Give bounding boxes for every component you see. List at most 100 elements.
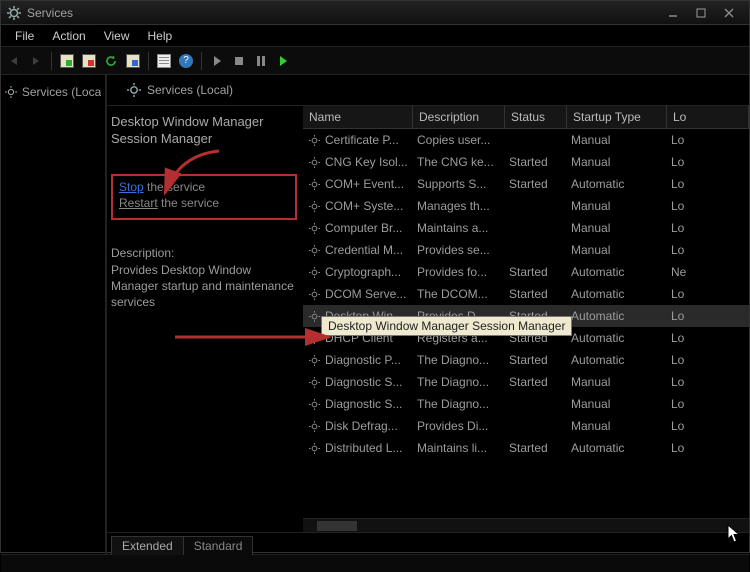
tab-extended[interactable]: Extended <box>111 536 184 555</box>
menu-help[interactable]: Help <box>140 27 181 45</box>
cell-startup: Automatic <box>571 331 671 345</box>
stop-service-rest: the service <box>144 180 205 194</box>
gear-icon <box>307 243 321 257</box>
cell-logon: Lo <box>671 221 749 235</box>
cell-logon: Ne <box>671 265 749 279</box>
service-row[interactable]: Credential M...Provides se...ManualLo <box>303 239 749 261</box>
cell-startup: Automatic <box>571 265 671 279</box>
service-row[interactable]: Diagnostic S...The Diagno...ManualLo <box>303 393 749 415</box>
restart-service-button[interactable] <box>274 52 292 70</box>
restart-service-link[interactable]: Restart <box>119 196 158 210</box>
cell-logon: Lo <box>671 199 749 213</box>
cell-logon: Lo <box>671 397 749 411</box>
close-button[interactable] <box>715 4 743 22</box>
start-service-button[interactable] <box>208 52 226 70</box>
gear-icon <box>127 83 141 97</box>
gear-icon <box>307 177 321 191</box>
titlebar: Services <box>1 1 749 25</box>
service-row[interactable]: Disk Defrag...Provides Di...ManualLo <box>303 415 749 437</box>
view-tabs: Extended Standard <box>107 532 749 554</box>
tree-root-label: Services (Local) <box>22 85 101 99</box>
cell-startup: Manual <box>571 133 671 147</box>
service-row[interactable]: Computer Br...Maintains a...ManualLo <box>303 217 749 239</box>
horizontal-scrollbar[interactable] <box>303 518 749 532</box>
tree-root-item[interactable]: Services (Local) <box>1 83 105 101</box>
cell-name: Computer Br... <box>325 221 402 235</box>
cell-description: Copies user... <box>417 133 509 147</box>
cell-status: Started <box>509 265 571 279</box>
gear-icon <box>5 85 18 99</box>
toolbar-icon-1[interactable] <box>58 52 76 70</box>
cell-logon: Lo <box>671 375 749 389</box>
service-row[interactable]: Diagnostic P...The Diagno...StartedAutom… <box>303 349 749 371</box>
cell-logon: Lo <box>671 243 749 257</box>
statusbar <box>1 554 749 572</box>
forward-button[interactable] <box>27 52 45 70</box>
service-row[interactable]: Diagnostic S...The Diagno...StartedManua… <box>303 371 749 393</box>
toolbar-icon-2[interactable] <box>80 52 98 70</box>
toolbar-separator <box>51 52 52 70</box>
tree-pane: Services (Local) <box>1 75 106 554</box>
stop-service-button[interactable] <box>230 52 248 70</box>
gear-icon <box>307 287 321 301</box>
export-list-button[interactable] <box>124 52 142 70</box>
cell-logon: Lo <box>671 353 749 367</box>
cell-startup: Manual <box>571 155 671 169</box>
cell-status: Started <box>509 155 571 169</box>
col-header-status[interactable]: Status <box>505 106 567 128</box>
cell-startup: Automatic <box>571 353 671 367</box>
menu-view[interactable]: View <box>96 27 138 45</box>
service-row[interactable]: DCOM Serve...The DCOM...StartedAutomatic… <box>303 283 749 305</box>
cell-startup: Automatic <box>571 309 671 323</box>
service-row[interactable]: Certificate P...Copies user...ManualLo <box>303 129 749 151</box>
service-row[interactable]: Cryptograph...Provides fo...StartedAutom… <box>303 261 749 283</box>
menu-file[interactable]: File <box>7 27 42 45</box>
cell-startup: Automatic <box>571 177 671 191</box>
cell-logon: Lo <box>671 133 749 147</box>
stop-service-link[interactable]: Stop <box>119 180 144 194</box>
cell-name: Cryptograph... <box>325 265 401 279</box>
gear-icon <box>307 331 321 345</box>
minimize-button[interactable] <box>659 4 687 22</box>
cell-logon: Lo <box>671 331 749 345</box>
pause-service-button[interactable] <box>252 52 270 70</box>
cell-startup: Automatic <box>571 287 671 301</box>
col-header-name[interactable]: Name <box>303 106 413 128</box>
selected-service-name: Desktop Window Manager Session Manager <box>111 114 297 148</box>
maximize-button[interactable] <box>687 4 715 22</box>
gear-icon <box>307 221 321 235</box>
cell-logon: Lo <box>671 441 749 455</box>
help-button[interactable]: ? <box>177 52 195 70</box>
cell-name: Credential M... <box>325 243 403 257</box>
back-button[interactable] <box>5 52 23 70</box>
refresh-button[interactable] <box>102 52 120 70</box>
toolbar: ? <box>1 47 749 75</box>
col-header-description[interactable]: Description <box>413 106 505 128</box>
gear-icon <box>307 155 321 169</box>
cell-logon: Lo <box>671 177 749 191</box>
cell-name: Diagnostic S... <box>325 397 402 411</box>
col-header-startup[interactable]: Startup Type <box>567 106 667 128</box>
service-row[interactable]: CNG Key Isol...The CNG ke...StartedManua… <box>303 151 749 173</box>
cell-description: The Diagno... <box>417 375 509 389</box>
cell-description: The CNG ke... <box>417 155 509 169</box>
cell-startup: Manual <box>571 419 671 433</box>
cell-status: Started <box>509 375 571 389</box>
gear-icon <box>307 419 321 433</box>
scrollbar-thumb[interactable] <box>317 521 357 531</box>
mouse-cursor-icon <box>727 524 741 544</box>
cell-description: Manages th... <box>417 199 509 213</box>
properties-button[interactable] <box>155 52 173 70</box>
cell-name: Diagnostic P... <box>325 353 401 367</box>
pane-header: Services (Local) <box>107 75 749 106</box>
cell-description: Provides se... <box>417 243 509 257</box>
gear-icon <box>307 133 321 147</box>
service-row[interactable]: COM+ Syste...Manages th...ManualLo <box>303 195 749 217</box>
tab-standard[interactable]: Standard <box>183 536 254 555</box>
service-row[interactable]: COM+ Event...Supports S...StartedAutomat… <box>303 173 749 195</box>
cell-status: Started <box>509 287 571 301</box>
menu-action[interactable]: Action <box>44 27 93 45</box>
service-row[interactable]: Distributed L...Maintains li...StartedAu… <box>303 437 749 459</box>
col-header-logon[interactable]: Lo <box>667 106 749 128</box>
description-label: Description: <box>111 246 297 260</box>
